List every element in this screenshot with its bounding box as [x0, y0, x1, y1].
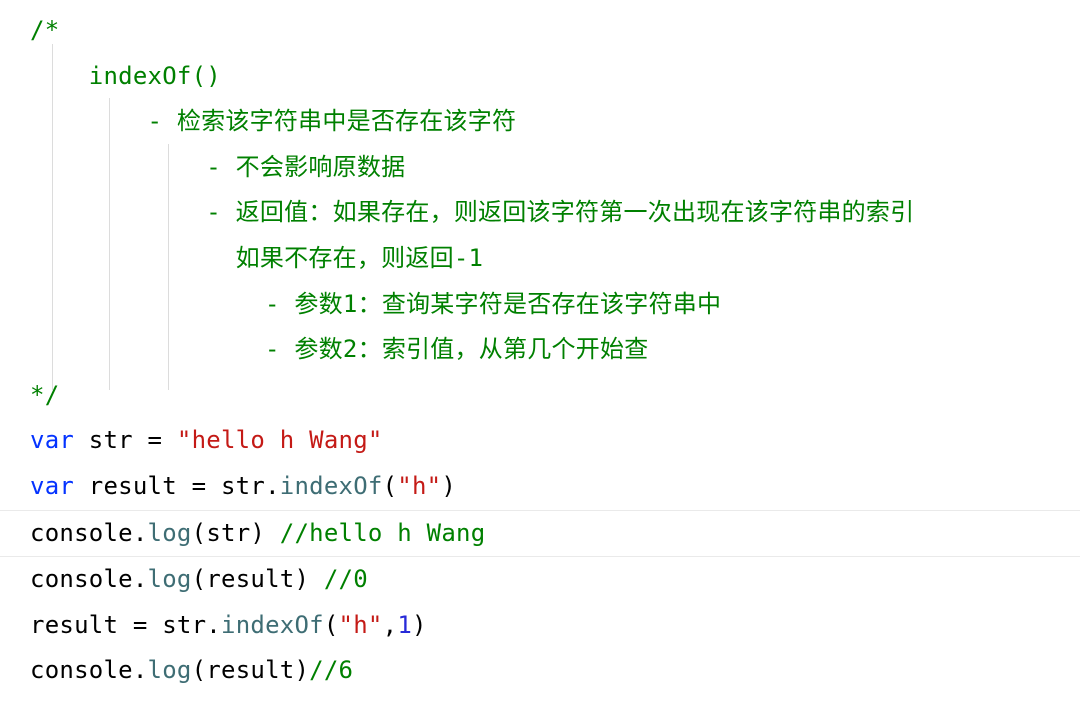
comment-method: indexOf() [0, 54, 1080, 100]
comment-param2: - 参数2：索引值，从第几个开始查 [0, 327, 1080, 373]
comment-return2: 如果不存在，则返回-1 [0, 236, 1080, 282]
comment-desc: - 检索该字符串中是否存在该字符 [0, 99, 1080, 145]
code-log-str: console.log(str) //hello h Wang [0, 510, 1080, 558]
comment-return: - 返回值：如果存在，则返回该字符第一次出现在该字符串的索引 [0, 190, 1080, 236]
code-viewer: /* indexOf() - 检索该字符串中是否存在该字符 - 不会影响原数据 … [0, 8, 1080, 694]
code-reassign-result: result = str.indexOf("h",1) [0, 603, 1080, 649]
code-log-result-0: console.log(result) //0 [0, 557, 1080, 603]
comment-desc2: - 不会影响原数据 [0, 145, 1080, 191]
code-log-result-6: console.log(result)//6 [0, 648, 1080, 694]
comment-close: */ [0, 373, 1080, 419]
comment-open: /* [0, 8, 1080, 54]
code-var-str: var str = "hello h Wang" [0, 418, 1080, 464]
code-var-result: var result = str.indexOf("h") [0, 464, 1080, 510]
comment-param1: - 参数1：查询某字符是否存在该字符串中 [0, 282, 1080, 328]
